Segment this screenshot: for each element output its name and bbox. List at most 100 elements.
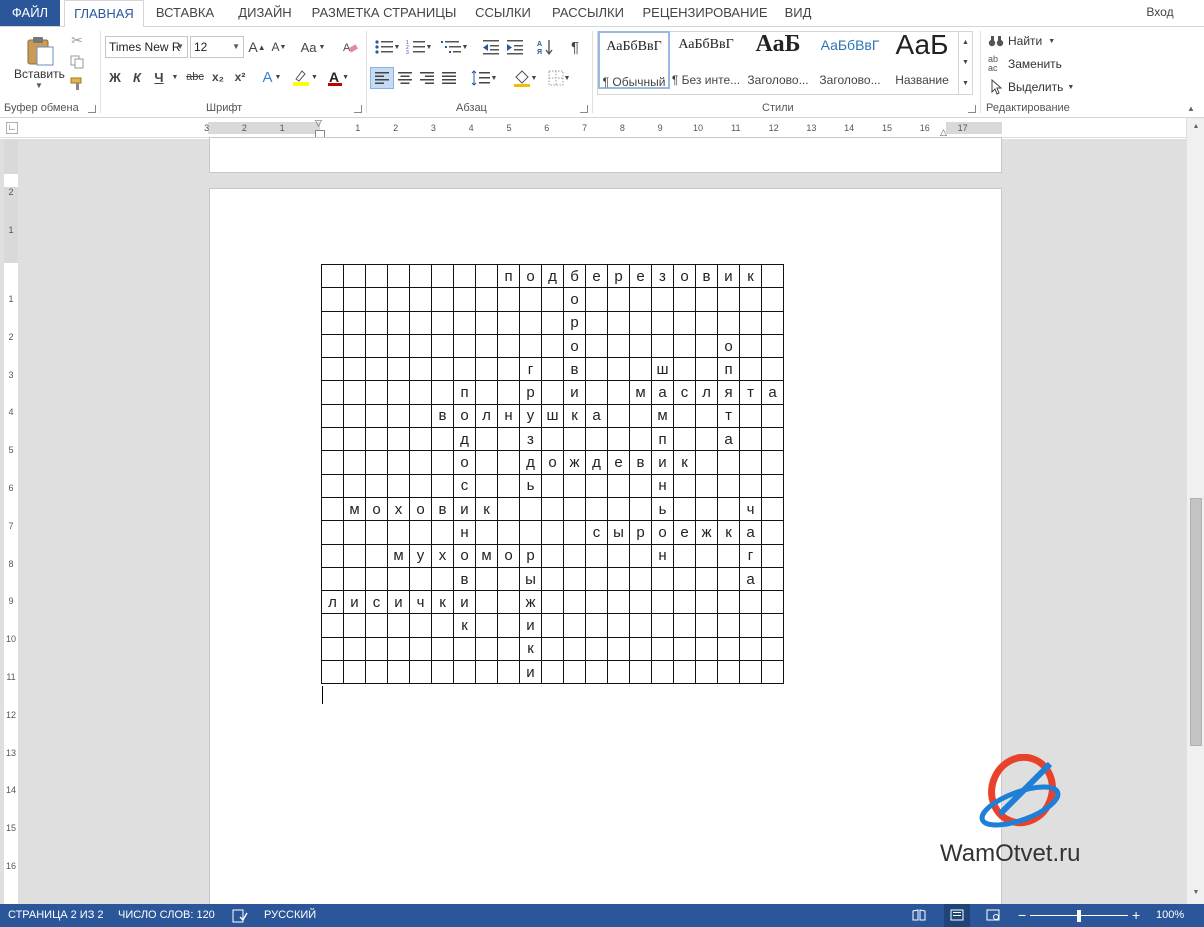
paragraph-launcher-icon[interactable] (580, 105, 588, 113)
crossword-cell[interactable] (387, 660, 410, 685)
crossword-cell[interactable]: о (453, 403, 476, 429)
crossword-cell[interactable]: г (519, 357, 542, 382)
crossword-cell[interactable] (761, 613, 784, 638)
scroll-thumb[interactable] (1190, 498, 1202, 746)
crossword-cell[interactable] (343, 636, 366, 662)
crossword-cell[interactable]: к (519, 636, 542, 662)
crossword-cell[interactable] (409, 450, 432, 475)
crossword-cell[interactable] (673, 403, 696, 429)
crossword-cell[interactable] (519, 310, 542, 335)
crossword-cell[interactable] (695, 287, 718, 312)
crossword-cell[interactable]: к (563, 403, 586, 429)
crossword-cell[interactable] (651, 310, 674, 335)
crossword-cell[interactable]: и (651, 450, 674, 475)
crossword-cell[interactable] (739, 287, 762, 312)
justify-button[interactable] (438, 67, 460, 89)
crossword-cell[interactable] (651, 566, 674, 592)
crossword-cell[interactable]: ш (541, 403, 564, 429)
crossword-cell[interactable]: и (453, 590, 476, 615)
select-button[interactable]: Выделить ▼ (988, 77, 1078, 97)
crossword-cell[interactable] (541, 566, 564, 592)
styles-scroll-down-icon[interactable]: ▼ (958, 52, 972, 72)
style-normal[interactable]: АаБбВвГ ¶ Обычный (598, 31, 670, 89)
crossword-cell[interactable] (497, 357, 520, 382)
crossword-cell[interactable]: о (409, 496, 432, 522)
crossword-cell[interactable] (409, 263, 432, 289)
crossword-cell[interactable]: р (629, 520, 652, 545)
crossword-cell[interactable] (321, 636, 344, 662)
crossword-cell[interactable] (585, 543, 608, 568)
crossword-cell[interactable] (739, 403, 762, 429)
crossword-cell[interactable] (343, 427, 366, 452)
crossword-cell[interactable] (365, 333, 388, 359)
crossword-cell[interactable] (541, 520, 564, 545)
read-mode-icon[interactable] (912, 904, 926, 927)
crossword-cell[interactable]: р (607, 263, 630, 289)
format-painter-icon[interactable] (68, 75, 86, 93)
crossword-cell[interactable] (497, 566, 520, 592)
proofing-icon[interactable] (232, 904, 248, 927)
crossword-cell[interactable]: д (519, 450, 542, 475)
crossword-cell[interactable] (739, 473, 762, 498)
crossword-cell[interactable] (497, 636, 520, 662)
change-case-button[interactable]: Aa ▼ (296, 38, 330, 56)
crossword-cell[interactable] (761, 427, 784, 452)
crossword-cell[interactable]: в (563, 357, 586, 382)
crossword-cell[interactable] (497, 450, 520, 475)
crossword-cell[interactable] (761, 636, 784, 662)
crossword-cell[interactable] (695, 543, 718, 568)
crossword-cell[interactable] (453, 660, 476, 685)
crossword-cell[interactable]: к (453, 613, 476, 638)
crossword-cell[interactable] (673, 590, 696, 615)
crossword-cell[interactable]: к (673, 450, 696, 475)
crossword-cell[interactable]: о (453, 450, 476, 475)
crossword-cell[interactable] (585, 357, 608, 382)
vertical-ruler[interactable]: 2 1 1 2 3 4 5 6 7 8 9 10 11 12 13 14 15 16 (4, 139, 18, 904)
crossword-cell[interactable] (629, 660, 652, 685)
underline-button[interactable]: Ч (150, 67, 168, 87)
crossword-cell[interactable] (387, 613, 410, 638)
borders-button[interactable]: ▼ (544, 67, 574, 89)
find-button[interactable]: Найти ▼ (988, 31, 1068, 51)
crossword-cell[interactable] (475, 660, 498, 685)
crossword-cell[interactable]: к (717, 520, 740, 545)
crossword-cell[interactable] (387, 520, 410, 545)
crossword-cell[interactable] (739, 310, 762, 335)
crossword-cell[interactable] (497, 333, 520, 359)
crossword-cell[interactable] (475, 450, 498, 475)
crossword-cell[interactable] (409, 613, 432, 638)
crossword-cell[interactable]: р (519, 543, 542, 568)
crossword-cell[interactable] (695, 636, 718, 662)
crossword-cell[interactable] (607, 403, 630, 429)
crossword-cell[interactable] (739, 427, 762, 452)
crossword-cell[interactable] (629, 566, 652, 592)
crossword-cell[interactable]: о (673, 263, 696, 289)
crossword-cell[interactable] (695, 450, 718, 475)
crossword-cell[interactable] (343, 450, 366, 475)
crossword-cell[interactable] (717, 636, 740, 662)
crossword-cell[interactable]: и (519, 613, 542, 638)
crossword-cell[interactable]: к (739, 263, 762, 289)
crossword-cell[interactable] (321, 263, 344, 289)
crossword-cell[interactable]: о (651, 520, 674, 545)
crossword-cell[interactable] (431, 357, 454, 382)
crossword-cell[interactable] (761, 543, 784, 568)
crossword-cell[interactable] (409, 636, 432, 662)
crossword-cell[interactable] (409, 310, 432, 335)
crossword-cell[interactable] (387, 566, 410, 592)
crossword-cell[interactable] (717, 450, 740, 475)
crossword-cell[interactable] (321, 357, 344, 382)
replace-button[interactable]: ab ac Заменить (988, 54, 1068, 74)
align-center-button[interactable] (394, 67, 416, 89)
subscript-button[interactable]: x₂ (208, 67, 228, 87)
font-size-combo[interactable]: 12 ▼ (190, 36, 244, 58)
tab-mailings[interactable]: РАССЫЛКИ (546, 0, 630, 26)
crossword-cell[interactable] (585, 590, 608, 615)
crossword-cell[interactable] (607, 566, 630, 592)
crossword-cell[interactable]: х (387, 496, 410, 522)
crossword-cell[interactable] (387, 636, 410, 662)
crossword-cell[interactable] (651, 660, 674, 685)
crossword-cell[interactable] (431, 566, 454, 592)
crossword-cell[interactable] (343, 287, 366, 312)
crossword-cell[interactable] (761, 310, 784, 335)
